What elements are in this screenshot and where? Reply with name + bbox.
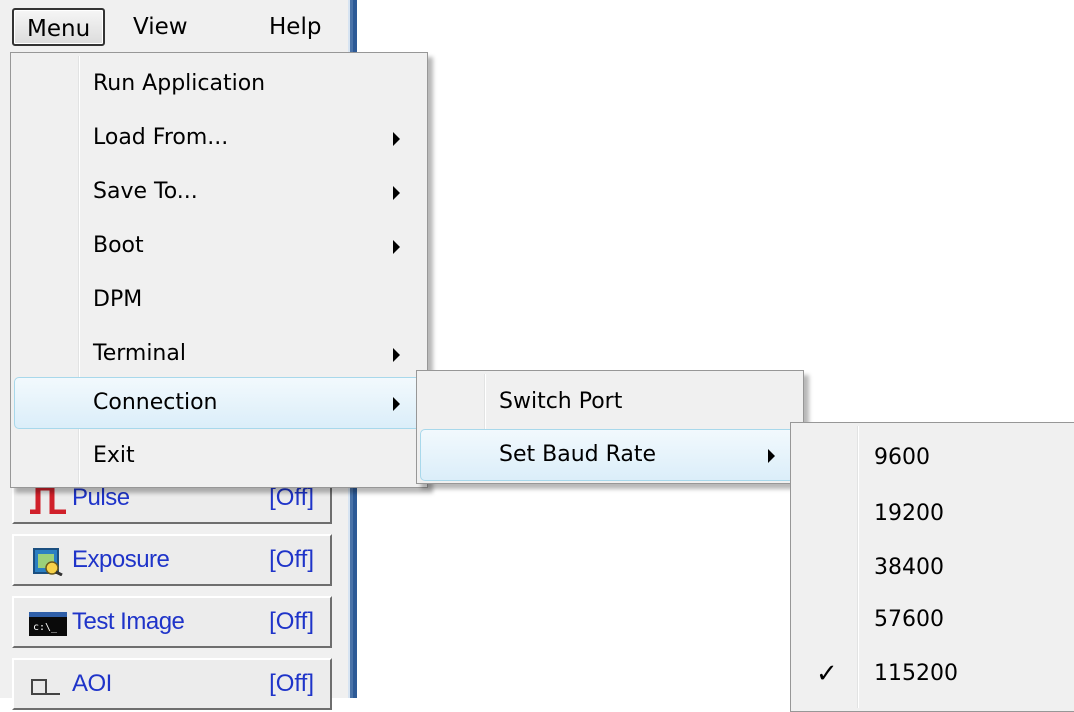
menu-item-label: 38400 [874, 555, 944, 580]
menu-item-exit[interactable]: Exit [14, 431, 424, 483]
menu-item-label: DPM [93, 287, 143, 312]
test-image-label: Test Image [72, 608, 185, 635]
menu-item-label: Exit [93, 443, 135, 468]
menu-item-label: Run Application [93, 71, 266, 96]
menu-item-dpm[interactable]: DPM [14, 275, 424, 327]
menu-item-boot[interactable]: Boot [14, 221, 424, 273]
aoi-state: [Off] [269, 670, 314, 697]
connection-submenu: Switch Port Set Baud Rate [416, 370, 804, 484]
exposure-state: [Off] [269, 546, 314, 573]
main-menu: Run Application Load From... Save To... … [10, 52, 428, 488]
test-image-state: [Off] [269, 608, 314, 635]
aoi-label: AOI [72, 670, 112, 697]
submenu-arrow-icon [393, 240, 400, 254]
exposure-button[interactable]: Exposure [Off] [12, 534, 332, 586]
menu-item-label: Connection [93, 390, 218, 415]
menu-item-terminal[interactable]: Terminal [14, 329, 424, 381]
menu-item-label: Terminal [93, 341, 186, 366]
aoi-icon [31, 679, 60, 695]
menu-item-label: 9600 [874, 445, 930, 470]
exposure-label: Exposure [72, 546, 170, 573]
menu-item-baud-57600[interactable]: 57600 [794, 595, 1074, 647]
submenu-arrow-icon [393, 397, 400, 411]
pulse-label: Pulse [72, 484, 130, 511]
menu-item-label: 115200 [874, 661, 958, 686]
submenu-arrow-icon [393, 132, 400, 146]
menubar-help[interactable]: Help [256, 8, 334, 46]
test-image-icon: c:\_ [29, 612, 67, 636]
checkmark-icon: ✓ [816, 659, 838, 689]
test-image-button[interactable]: c:\_ Test Image [Off] [12, 596, 332, 648]
menu-item-label: Set Baud Rate [499, 442, 657, 467]
menubar-view[interactable]: View [120, 8, 201, 46]
pulse-icon [30, 485, 66, 514]
menu-item-label: 57600 [874, 607, 944, 632]
svg-text:c:\_: c:\_ [33, 622, 58, 633]
menu-item-connection[interactable]: Connection [14, 377, 424, 429]
menu-bar: Menu View Help [0, 0, 348, 50]
menu-item-set-baud-rate[interactable]: Set Baud Rate [420, 429, 800, 481]
menu-item-run-application[interactable]: Run Application [14, 59, 424, 111]
pulse-state: [Off] [269, 484, 314, 511]
menu-item-label: Load From... [93, 125, 229, 150]
menu-item-baud-38400[interactable]: 38400 [794, 543, 1074, 595]
menu-item-baud-115200[interactable]: ✓ 115200 [794, 649, 1074, 701]
exposure-icon [33, 548, 63, 576]
menu-item-baud-9600[interactable]: 9600 [794, 433, 1074, 485]
menu-item-baud-19200[interactable]: 19200 [794, 489, 1074, 541]
menubar-menu[interactable]: Menu [12, 8, 106, 46]
menu-item-switch-port[interactable]: Switch Port [420, 377, 800, 429]
menu-item-save-to[interactable]: Save To... [14, 167, 424, 219]
menu-item-label: 19200 [874, 501, 944, 526]
submenu-arrow-icon [768, 449, 775, 463]
menu-item-label: Switch Port [499, 389, 623, 414]
submenu-arrow-icon [393, 186, 400, 200]
submenu-arrow-icon [393, 348, 400, 362]
menu-item-label: Save To... [93, 179, 198, 204]
aoi-button[interactable]: AOI [Off] [12, 658, 332, 710]
menu-item-label: Boot [93, 233, 144, 258]
menu-item-load-from[interactable]: Load From... [14, 113, 424, 165]
baud-rate-submenu: 9600 19200 38400 57600 ✓ 115200 [790, 422, 1074, 712]
